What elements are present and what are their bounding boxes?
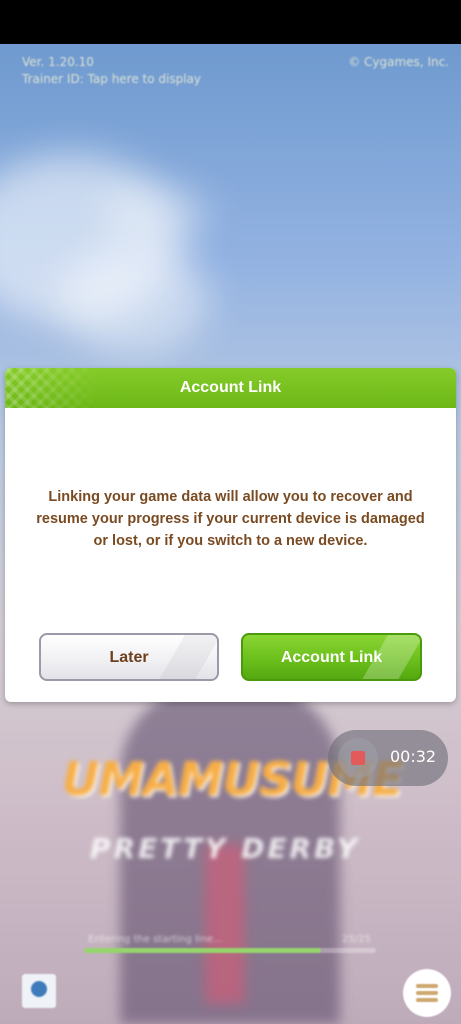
status-bar: [0, 0, 461, 44]
account-link-dialog: Account Link Linking your game data will…: [5, 368, 456, 702]
account-link-button[interactable]: Account Link: [241, 633, 422, 681]
dialog-message: Linking your game data will allow you to…: [36, 489, 425, 549]
later-button[interactable]: Later: [39, 633, 219, 681]
later-button-label: Later: [109, 649, 149, 666]
recording-time: 00:32: [390, 747, 437, 766]
screen-recorder-widget[interactable]: 00:32: [328, 730, 448, 786]
stop-icon: [351, 751, 365, 765]
account-link-button-label: Account Link: [280, 649, 383, 666]
dialog-header: Account Link: [5, 368, 456, 408]
button-sheen: [153, 635, 217, 679]
dialog-title: Account Link: [179, 379, 282, 396]
stop-recording-button[interactable]: [338, 738, 378, 778]
